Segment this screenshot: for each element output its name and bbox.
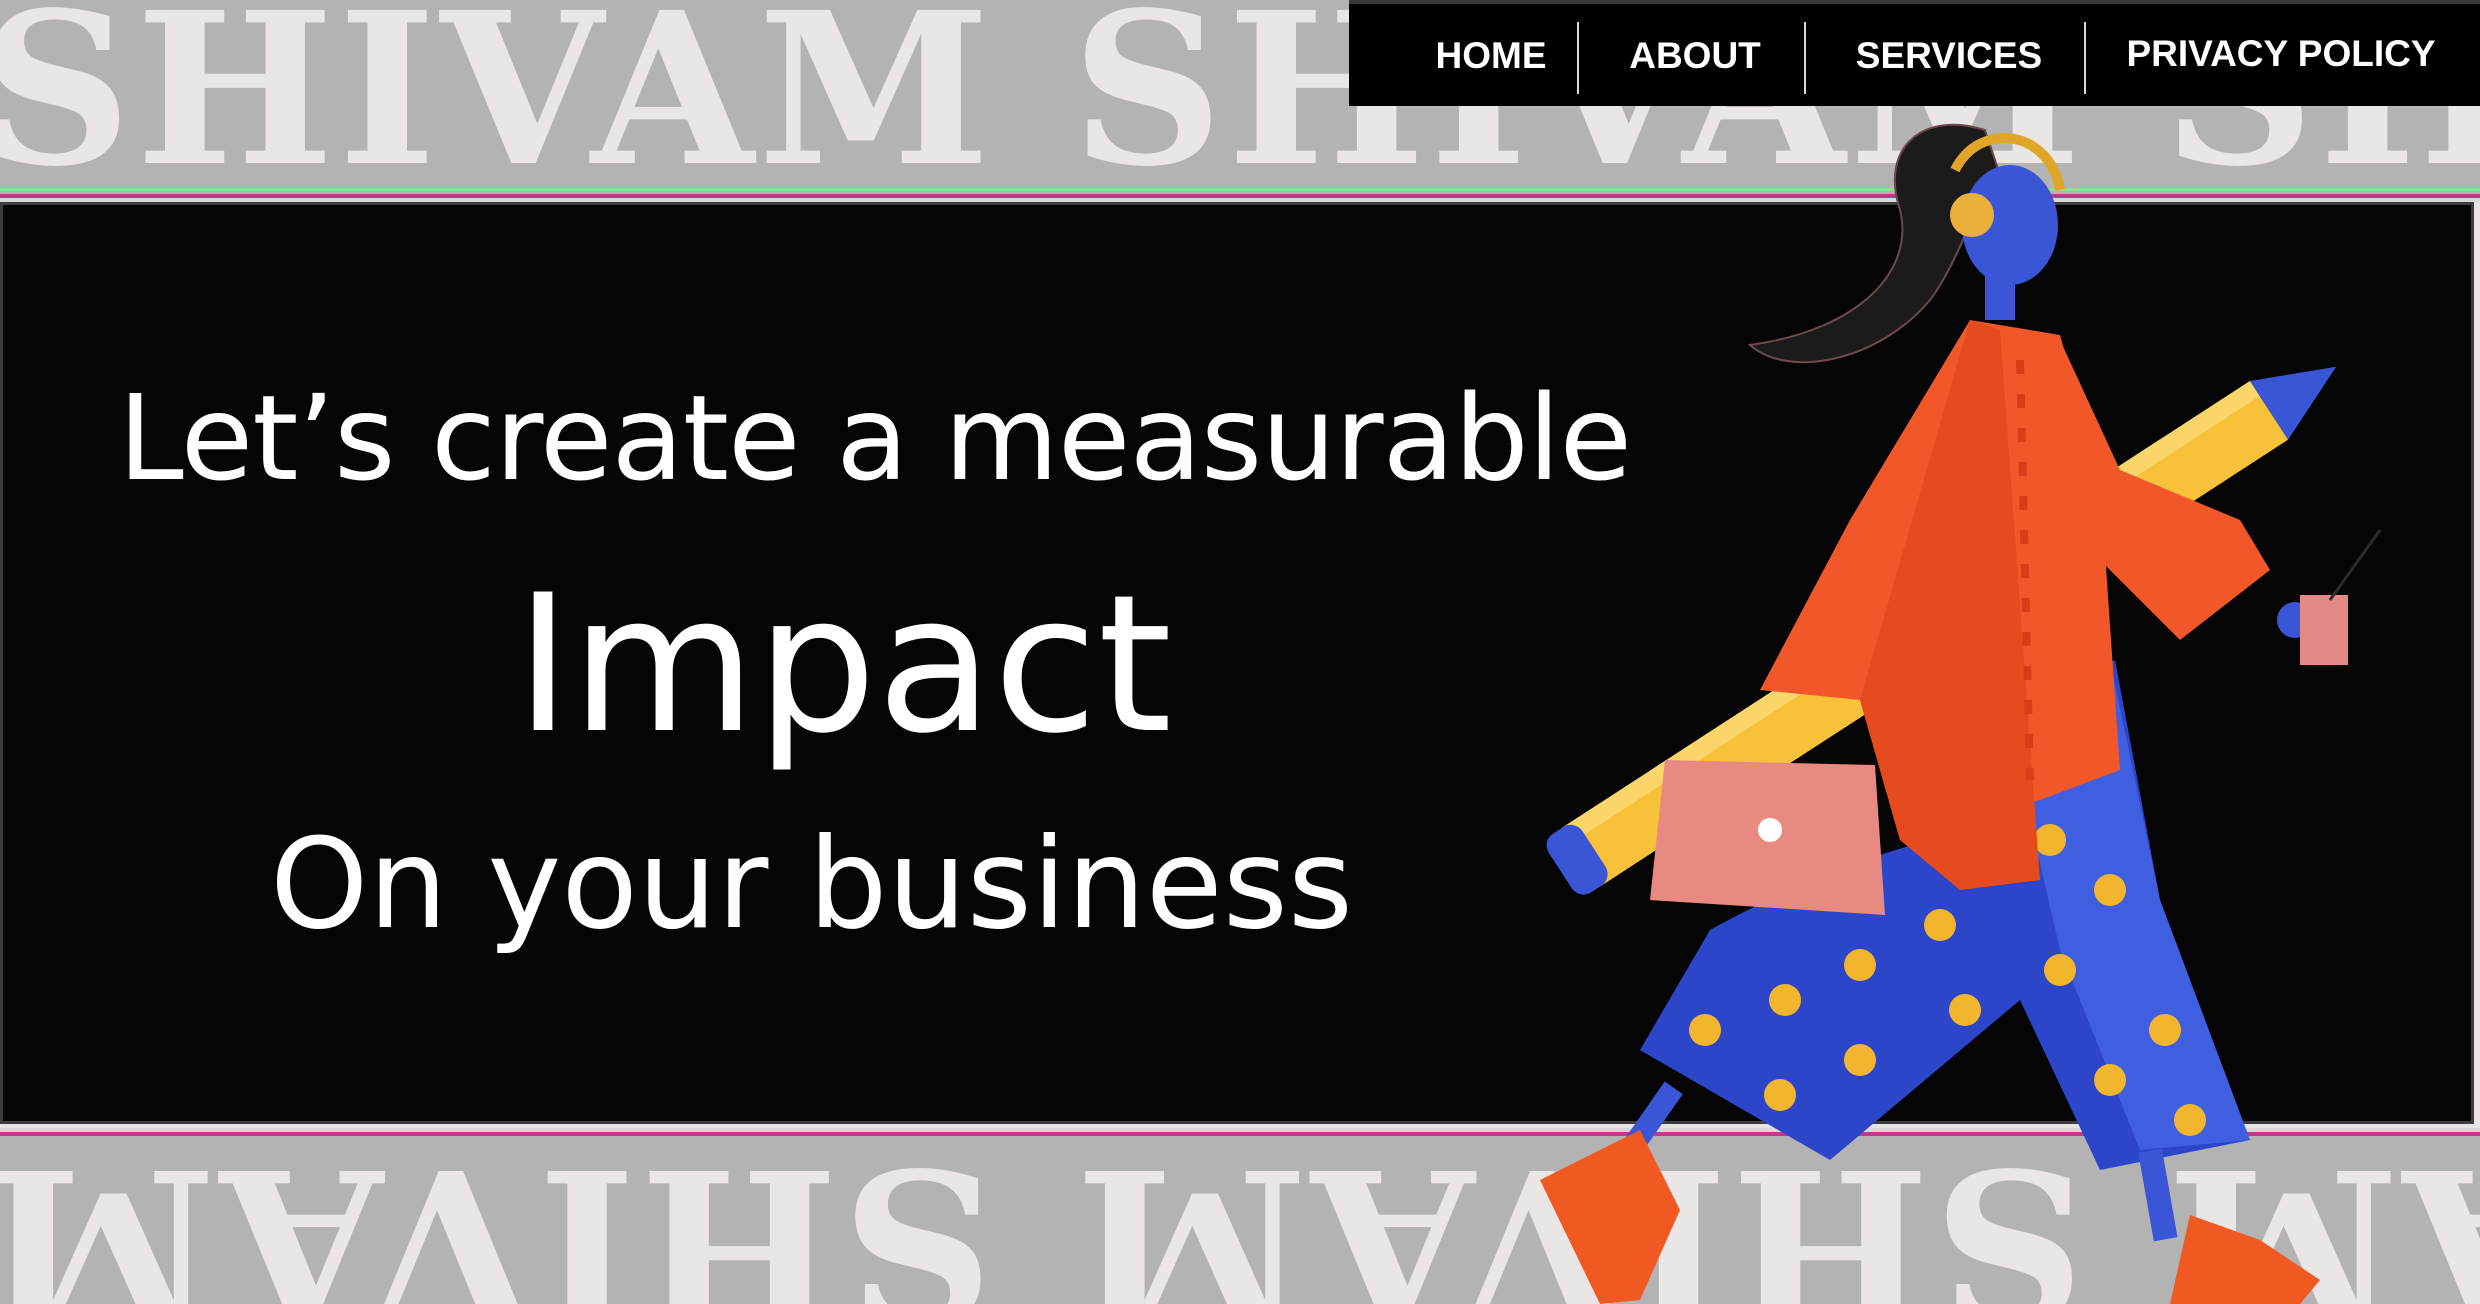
nav-services-link[interactable]: SERVICES xyxy=(1809,8,2089,104)
nav-privacy-policy-link[interactable]: PRIVACY POLICY xyxy=(2091,4,2471,104)
hero-heading-impact: Impact xyxy=(515,554,1173,775)
hero-heading-line1: Let’s create a measurable xyxy=(118,369,1632,507)
nav-divider xyxy=(1804,22,1806,94)
nav-divider xyxy=(2084,22,2086,94)
walking-woman-illustration xyxy=(1540,123,2382,1304)
nav-about-link[interactable]: ABOUT xyxy=(1585,8,1805,104)
hero-heading-line3: On your business xyxy=(270,812,1353,957)
top-navigation: HOME ABOUT SERVICES PRIVACY POLICY xyxy=(1349,0,2480,106)
nav-divider xyxy=(1577,22,1579,94)
nav-home-link[interactable]: HOME xyxy=(1413,8,1569,104)
